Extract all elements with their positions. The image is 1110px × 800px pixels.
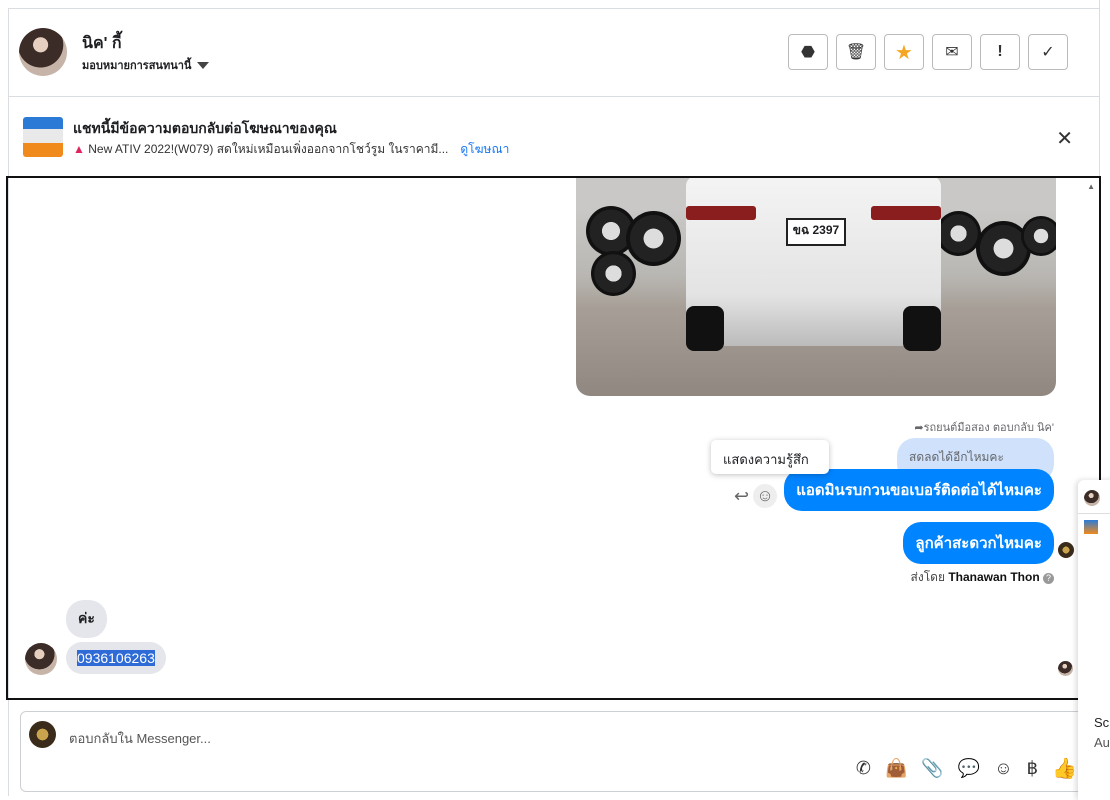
help-icon[interactable]: ?	[1043, 573, 1054, 584]
mark-spam-button[interactable]: ⬣	[788, 34, 828, 70]
ad-banner-title: แชทนี้มีข้อความตอบกลับต่อโฆษณาของคุณ	[73, 120, 337, 136]
check-icon: ✓	[1041, 44, 1055, 61]
phone-number-text[interactable]: 0936106263	[77, 650, 155, 666]
reply-composer[interactable]: ตอบกลับใน Messenger... ✆ 👜 📎 💬 ☺ ฿ 👍	[20, 711, 1086, 792]
chat-bubble-icon[interactable]: 💬	[958, 758, 980, 779]
divider	[1078, 513, 1110, 514]
assign-label: มอบหมายการสนทนานี้	[82, 60, 192, 72]
mark-unread-button[interactable]: ✉	[932, 34, 972, 70]
emoji-icon[interactable]: ☺	[994, 758, 1012, 779]
delete-button[interactable]: 🗑	[836, 34, 876, 70]
view-ad-link[interactable]: ดูโฆษณา	[460, 140, 509, 159]
contact-avatar	[25, 643, 57, 675]
sent-by-prefix: ส่งโดย	[910, 570, 945, 584]
ad-thumbnail	[1084, 520, 1098, 534]
side-text: Sc	[1094, 715, 1110, 730]
message-thread: ▲ ขฉ 2397 ➦รถยนต์มือสอง ตอบกลับ นิค' สดล…	[6, 176, 1101, 700]
alert-octagon-icon: ⬣	[801, 44, 815, 61]
message-input[interactable]: ตอบกลับใน Messenger...	[69, 728, 211, 749]
reply-icon[interactable]: ↩	[734, 486, 749, 507]
close-icon[interactable]: ✕	[1056, 126, 1073, 151]
trash-icon: 🗑	[845, 44, 867, 61]
conversation-header: นิค' กี้ มอบหมายการสนทนานี้ ⬣ 🗑 ★ ✉ ! ✓	[9, 9, 1099, 97]
exclamation-icon: !	[997, 43, 1003, 60]
side-panel-preview[interactable]: Sc Au	[1078, 480, 1110, 800]
phone-plus-icon[interactable]: ✆	[856, 758, 871, 779]
outgoing-message[interactable]: แอดมินรบกวนขอเบอร์ติดต่อได้ไหมคะ	[784, 469, 1054, 511]
ad-banner-subtitle: ▲ New ATIV 2022!(W079) สดใหม่เหมือนเพิ่ง…	[73, 142, 449, 156]
mark-done-button[interactable]: ✓	[1028, 34, 1068, 70]
envelope-icon: ✉	[945, 44, 959, 61]
reply-context-text: รถยนต์มือสอง ตอบกลับ นิค'	[923, 422, 1054, 434]
ad-reply-banner: แชทนี้มีข้อความตอบกลับต่อโฆษณาของคุณ ▲ N…	[9, 98, 1099, 176]
follow-up-button[interactable]: !	[980, 34, 1020, 70]
caret-down-icon	[197, 61, 210, 69]
side-text: Au	[1094, 735, 1110, 750]
incoming-message[interactable]: 0936106263	[66, 642, 166, 674]
react-tooltip: แสดงความรู้สึก	[711, 440, 829, 474]
outgoing-message[interactable]: ลูกค้าสะดวกไหมคะ	[903, 522, 1054, 564]
ad-thumbnail	[23, 117, 63, 157]
read-receipt-avatar	[1058, 661, 1073, 676]
sender-name: Thanawan Thon	[948, 570, 1040, 584]
assign-conversation-dropdown[interactable]: มอบหมายการสนทนานี้	[82, 56, 210, 74]
baht-icon[interactable]: ฿	[1027, 758, 1038, 779]
paperclip-icon[interactable]: 📎	[921, 758, 943, 779]
ad-subtitle-text: New ATIV 2022!(W079) สดใหม่เหมือนเพิ่งออ…	[88, 142, 449, 156]
page-avatar	[29, 721, 56, 748]
page-avatar	[1058, 542, 1074, 558]
contact-avatar[interactable]	[19, 28, 67, 76]
license-plate: ขฉ 2397	[786, 218, 846, 246]
star-icon: ★	[895, 41, 913, 64]
car-photo[interactable]: ขฉ 2397	[576, 178, 1056, 396]
sent-by-label: ส่งโดย Thanawan Thon ?	[911, 568, 1054, 587]
thumbs-up-icon[interactable]: 👍	[1052, 756, 1077, 781]
contact-name[interactable]: นิค' กี้	[82, 31, 122, 56]
divider	[1099, 0, 1100, 180]
contact-avatar	[1084, 490, 1100, 506]
shopping-bag-icon[interactable]: 👜	[885, 758, 907, 779]
reply-context: ➦รถยนต์มือสอง ตอบกลับ นิค'	[914, 422, 1054, 434]
incoming-message[interactable]: ค่ะ	[66, 600, 107, 638]
star-button[interactable]: ★	[884, 34, 924, 70]
react-emoji-icon[interactable]: ☺	[753, 484, 778, 508]
scroll-up-arrow[interactable]: ▲	[1087, 182, 1095, 191]
